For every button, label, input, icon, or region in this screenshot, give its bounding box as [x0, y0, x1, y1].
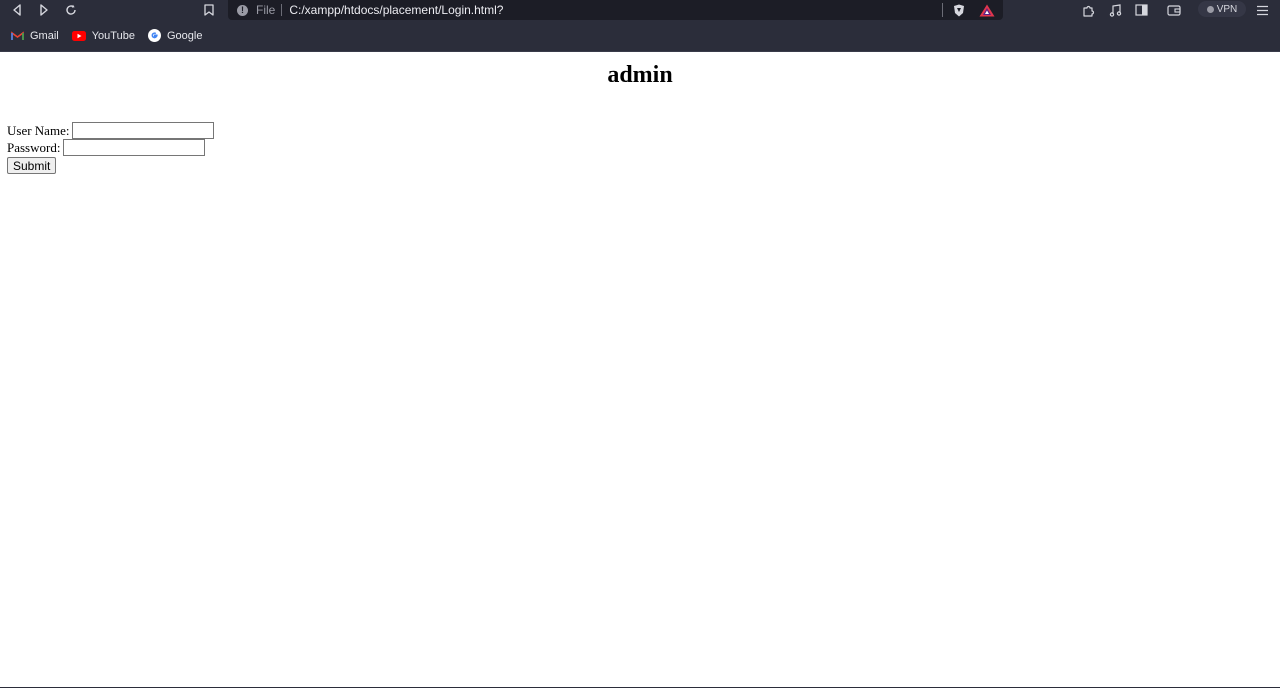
- back-button[interactable]: [6, 0, 28, 20]
- bookmark-label: Google: [166, 29, 203, 42]
- username-row: User Name:: [7, 122, 215, 139]
- password-row: Password:: [7, 139, 214, 156]
- username-label: User Name:: [7, 123, 70, 138]
- sidebar-button[interactable]: [1130, 0, 1152, 20]
- reload-icon: [66, 4, 76, 15]
- bookmark-label: YouTube: [91, 29, 135, 42]
- wallet-icon: [1167, 5, 1181, 16]
- submit-button[interactable]: Submit: [7, 157, 57, 174]
- media-icon: [1109, 3, 1121, 17]
- sidebar-icon: [1134, 4, 1148, 16]
- url-divider: [942, 3, 943, 17]
- reload-button[interactable]: [60, 0, 82, 20]
- page-content: admin User Name: Password: Submit: [0, 52, 1280, 687]
- media-button[interactable]: [1104, 0, 1126, 20]
- brave-shield-icon[interactable]: [953, 4, 965, 17]
- wallet-button[interactable]: [1163, 0, 1185, 20]
- bookmark-google[interactable]: Google: [147, 29, 203, 42]
- url-scheme: File: [256, 3, 276, 17]
- username-input[interactable]: [72, 122, 215, 139]
- page-heading: admin: [607, 62, 673, 88]
- google-icon: [147, 29, 161, 42]
- youtube-icon: [71, 30, 86, 41]
- vpn-status-icon: [1206, 5, 1214, 13]
- url-text[interactable]: C:/xampp/htdocs/placement/Login.html?: [289, 3, 942, 17]
- info-icon[interactable]: !: [237, 4, 248, 16]
- forward-button[interactable]: [33, 0, 55, 20]
- bookmark-youtube[interactable]: YouTube: [71, 29, 135, 42]
- address-bar[interactable]: ! File C:/xampp/htdocs/placement/Login.h…: [228, 0, 1003, 20]
- browser-toolbar: ! File C:/xampp/htdocs/placement/Login.h…: [0, 0, 1280, 20]
- password-label: Password:: [7, 140, 61, 155]
- back-icon: [13, 4, 21, 16]
- bookmark-gmail[interactable]: Gmail: [11, 30, 59, 42]
- brave-rewards-icon[interactable]: [979, 4, 995, 17]
- bookmark-icon: [204, 4, 214, 16]
- vpn-label: VPN: [1216, 3, 1238, 15]
- gmail-icon: [11, 30, 24, 41]
- url-separator: [281, 4, 283, 16]
- password-input[interactable]: [63, 139, 206, 156]
- bookmark-page-button[interactable]: [198, 0, 220, 20]
- login-form: User Name: Password: Submit: [7, 122, 215, 174]
- main-menu-button[interactable]: [1251, 0, 1273, 20]
- extensions-icon: [1082, 5, 1094, 17]
- vpn-button[interactable]: VPN: [1198, 1, 1246, 17]
- bookmarks-bar: Gmail YouTube Google: [0, 20, 1280, 52]
- menu-icon: [1256, 5, 1268, 15]
- forward-icon: [40, 4, 48, 16]
- extensions-button[interactable]: [1077, 0, 1099, 20]
- bookmark-label: Gmail: [30, 29, 59, 42]
